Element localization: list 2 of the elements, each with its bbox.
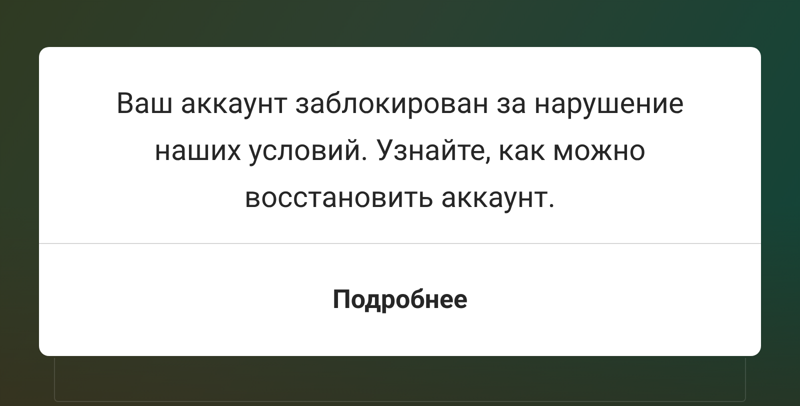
- dialog-message: Ваш аккаунт заблокирован за нарушение наших условий. Узнайте, как можно восстановить аккаунт.: [115, 86, 685, 216]
- more-button[interactable]: Подробнее: [316, 272, 484, 328]
